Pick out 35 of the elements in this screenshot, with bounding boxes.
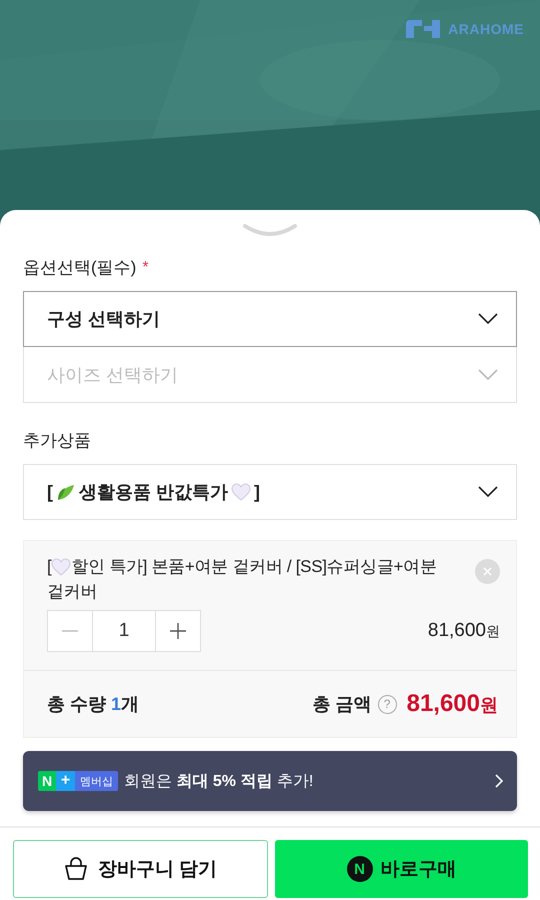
section-label: 옵션선택(필수): [23, 257, 136, 279]
section-label: 추가상품: [23, 430, 91, 452]
plus-icon: [170, 623, 186, 640]
chevron-down-icon: [478, 313, 498, 325]
collapse-handle-icon[interactable]: [243, 224, 297, 238]
minus-icon: [62, 630, 78, 632]
total-amount-label: 총 금액: [312, 693, 372, 716]
required-mark: *: [142, 258, 149, 276]
chevron-down-icon: [478, 486, 498, 498]
total-quantity: 총 수량 1개: [47, 693, 140, 716]
badge-letter: N: [38, 771, 56, 792]
membership-badge: 멤버십: [75, 771, 118, 792]
heart-icon: [231, 483, 252, 501]
leaf-icon: [56, 482, 76, 502]
addon-select[interactable]: [ 생활용품 반값특가 ]: [23, 464, 517, 520]
option-select[interactable]: 구성 선택하기: [23, 291, 517, 347]
item-name: [: [47, 556, 52, 578]
brand-name: ARAHOME: [448, 21, 524, 37]
add-to-cart-button[interactable]: 장바구니 담기: [13, 840, 268, 898]
item-price: 81,600원: [428, 620, 500, 642]
chevron-right-icon: [495, 774, 503, 788]
remove-button[interactable]: [475, 559, 500, 584]
banner-text: 회원은 최대 5% 적립 추가!: [124, 772, 314, 792]
heart-icon: [51, 558, 72, 576]
membership-banner[interactable]: N + 멤버십 회원은 최대 5% 적립 추가!: [23, 751, 517, 812]
buy-now-button[interactable]: N 바로구매: [275, 840, 528, 898]
total-amount: 81,600원: [406, 690, 498, 718]
shopping-bag-icon: [64, 857, 88, 881]
naver-pay-icon: N: [346, 856, 372, 882]
chevron-down-icon: [478, 368, 498, 380]
badge-plus: +: [56, 771, 75, 792]
logo-icon: [406, 20, 440, 38]
item-name: 할인 특가] 본품+여분 겉커버 / [SS]슈퍼싱글+여분: [71, 556, 436, 578]
close-icon: [483, 567, 492, 576]
item-name: 겉커버: [47, 580, 98, 603]
